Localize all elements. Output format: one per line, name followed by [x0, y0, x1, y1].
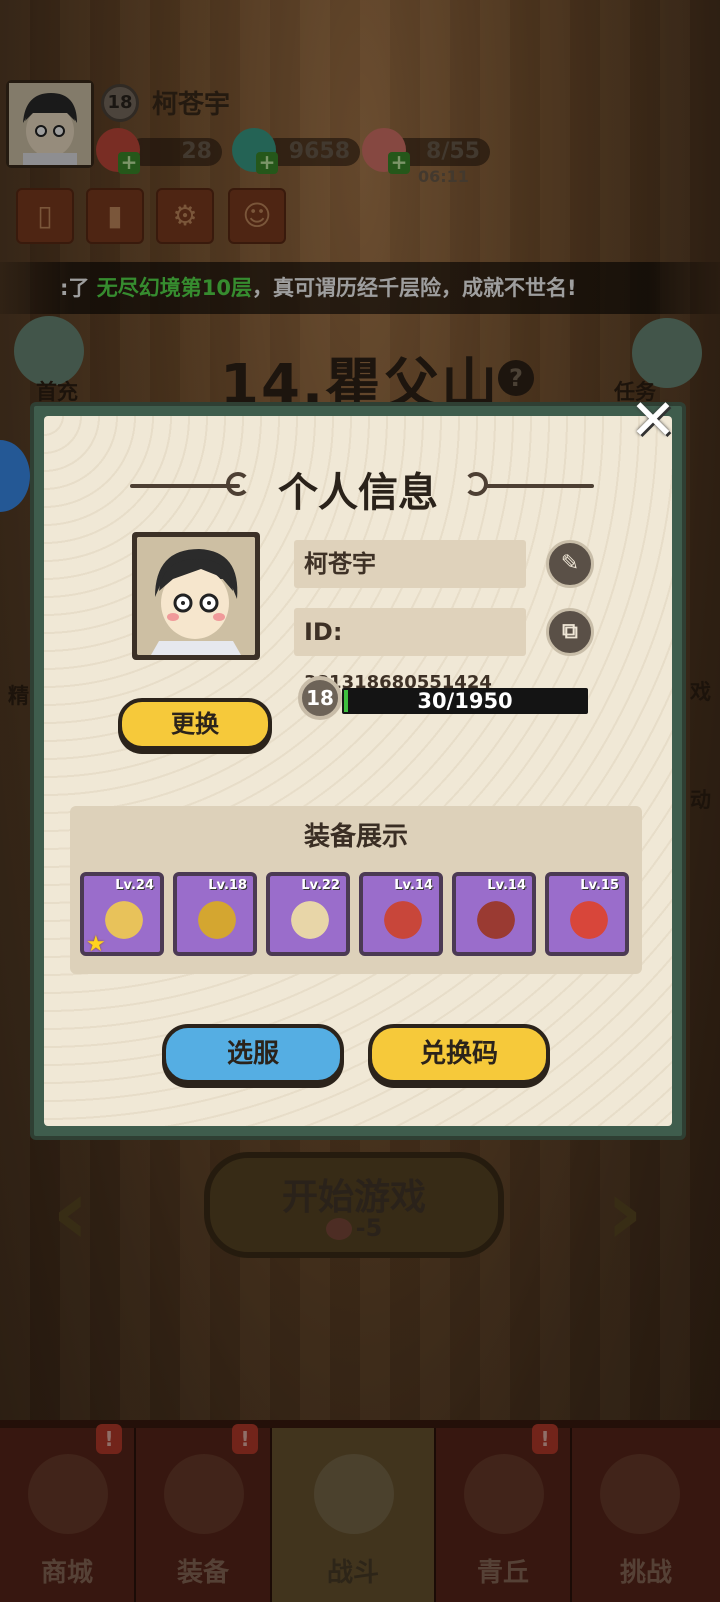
equipment-level: Lv.15	[580, 878, 619, 893]
equipment-slot[interactable]: Lv.24 ★	[80, 872, 164, 956]
close-icon: ✕	[629, 388, 677, 453]
equipment-slot[interactable]: Lv.14	[359, 872, 443, 956]
equipment-level: Lv.14	[394, 878, 433, 893]
modal-panel: 个人信息 柯苍宇 ✎ ID: 381318680551424 ⧉ 30/1950…	[44, 416, 672, 1126]
profile-name-field: 柯苍宇	[294, 540, 526, 588]
star-icon: ★	[86, 932, 106, 957]
character-portrait-icon	[137, 537, 255, 655]
glove-icon	[286, 896, 334, 944]
equipment-slot[interactable]: Lv.22	[266, 872, 350, 956]
equipment-level: Lv.24	[115, 878, 154, 893]
belt-icon	[379, 896, 427, 944]
close-modal-button[interactable]: ✕	[626, 393, 680, 449]
copy-icon: ⧉	[562, 619, 578, 644]
change-avatar-button[interactable]: 更换	[118, 698, 272, 750]
equipment-level: Lv.22	[301, 878, 340, 893]
xp-text: 30/1950	[417, 689, 513, 713]
profile-level-badge: 18	[298, 676, 342, 720]
profile-id-field: ID: 381318680551424	[294, 608, 526, 693]
copy-id-button[interactable]: ⧉	[546, 608, 594, 656]
modal-title: 个人信息	[278, 470, 438, 516]
equipment-level: Lv.14	[487, 878, 526, 893]
id-label: ID:	[304, 618, 343, 646]
equipment-showcase-title: 装备展示	[303, 822, 408, 852]
brush-edit-icon: ✎	[560, 551, 580, 576]
xp-bar: 30/1950	[342, 688, 588, 714]
rename-button[interactable]: ✎	[546, 540, 594, 588]
boots-icon	[472, 896, 520, 944]
title-ornament-right	[484, 484, 594, 488]
equipment-slot[interactable]: Lv.14	[452, 872, 536, 956]
select-server-button[interactable]: 选服	[162, 1024, 344, 1084]
equipment-level: Lv.18	[208, 878, 247, 893]
equipment-slot[interactable]: Lv.15	[545, 872, 629, 956]
armor-icon	[193, 896, 241, 944]
equipment-slot[interactable]: Lv.18	[173, 872, 257, 956]
equipment-showcase: 装备展示 Lv.24 ★ Lv.18 Lv.22 Lv.14 Lv.14 Lv.15	[70, 806, 642, 974]
profile-portrait	[132, 532, 260, 660]
orb-icon	[565, 896, 613, 944]
redeem-code-button[interactable]: 兑换码	[368, 1024, 550, 1084]
profile-modal: 个人信息 柯苍宇 ✎ ID: 381318680551424 ⧉ 30/1950…	[30, 402, 686, 1140]
